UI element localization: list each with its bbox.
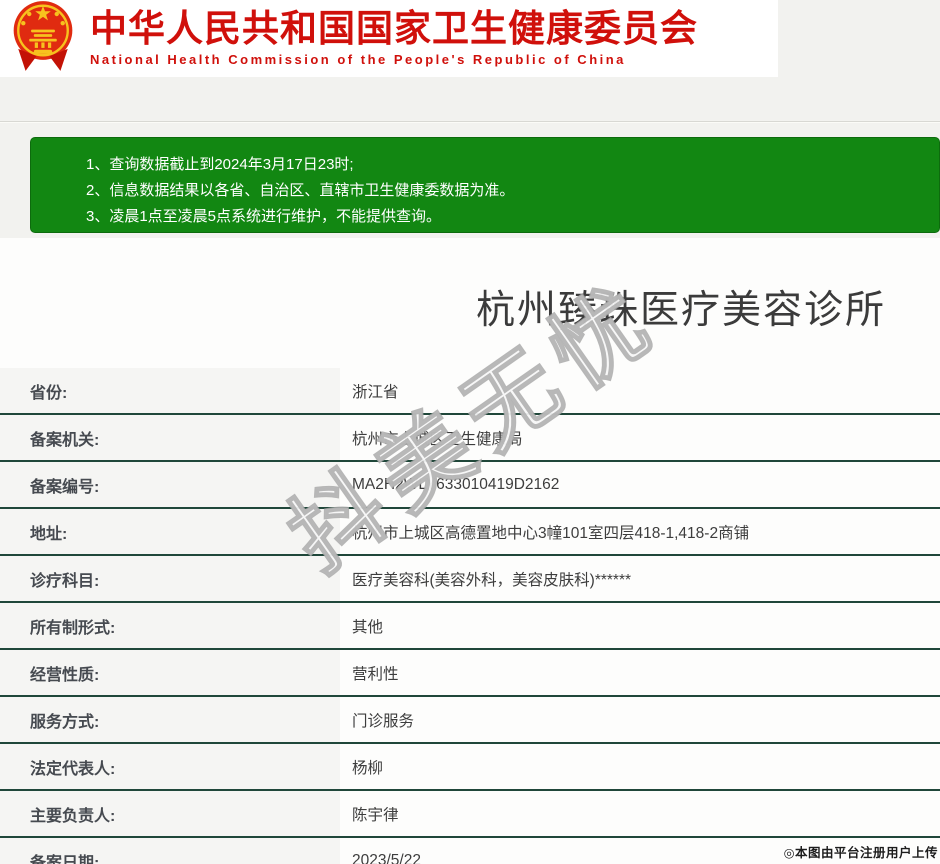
field-label: 经营性质: — [0, 650, 340, 695]
field-label: 所有制形式: — [0, 603, 340, 648]
notice-line: 2、信息数据结果以各省、自治区、直辖市卫生健康委数据为准。 — [86, 178, 929, 204]
table-row: 法定代表人:杨柳 — [0, 744, 940, 791]
field-label: 服务方式: — [0, 697, 340, 742]
field-value: 杭州市上城区高德置地中心3幢101室四层418-1,418-2商铺 — [340, 509, 940, 554]
site-title-chinese: 中华人民共和国国家卫生健康委员会 — [90, 10, 698, 49]
field-label: 主要负责人: — [0, 791, 340, 836]
table-row: 备案编号:MA2H2WLY633010419D2162 — [0, 462, 940, 509]
field-value: 陈宇律 — [340, 791, 940, 836]
field-value: 其他 — [340, 603, 940, 648]
field-value: 医疗美容科(美容外科，美容皮肤科)****** — [340, 556, 940, 601]
field-value: 杭州市上城区卫生健康局 — [340, 415, 940, 460]
field-value: MA2H2WLY633010419D2162 — [340, 462, 940, 507]
table-row: 备案机关:杭州市上城区卫生健康局 — [0, 415, 940, 462]
field-label: 备案日期: — [0, 838, 340, 864]
field-label: 诊疗科目: — [0, 556, 340, 601]
field-label: 备案编号: — [0, 462, 340, 507]
field-value: 营利性 — [340, 650, 940, 695]
table-row: 诊疗科目:医疗美容科(美容外科，美容皮肤科)****** — [0, 556, 940, 603]
national-emblem-icon — [10, 0, 76, 78]
field-value: 杨柳 — [340, 744, 940, 789]
field-label: 省份: — [0, 368, 340, 413]
site-title-english: National Health Commission of the People… — [90, 52, 698, 67]
field-label: 备案机关: — [0, 415, 340, 460]
clinic-name-title: 杭州臻珠医疗美容诊所 — [476, 279, 886, 335]
field-label: 地址: — [0, 509, 340, 554]
notice-line: 1、查询数据截止到2024年3月17日23时; — [86, 152, 929, 178]
record-table: 省份:浙江省备案机关:杭州市上城区卫生健康局备案编号:MA2H2WLY63301… — [0, 368, 940, 864]
field-label: 法定代表人: — [0, 744, 340, 789]
page: 中华人民共和国国家卫生健康委员会 National Health Commiss… — [0, 0, 940, 864]
notice-line: 3、凌晨1点至凌晨5点系统进行维护，不能提供查询。 — [86, 204, 929, 230]
field-value: 门诊服务 — [340, 697, 940, 742]
header-divider — [0, 121, 940, 123]
upload-note-watermark: ◎本图由平台注册用户上传 — [784, 842, 938, 861]
field-value: 浙江省 — [340, 368, 940, 413]
query-notice-box: 1、查询数据截止到2024年3月17日23时; 2、信息数据结果以各省、自治区、… — [30, 137, 940, 233]
table-row: 省份:浙江省 — [0, 368, 940, 415]
site-masthead: 中华人民共和国国家卫生健康委员会 National Health Commiss… — [0, 0, 778, 77]
masthead-titles: 中华人民共和国国家卫生健康委员会 National Health Commiss… — [90, 10, 698, 68]
table-row: 服务方式:门诊服务 — [0, 697, 940, 744]
table-row: 地址:杭州市上城区高德置地中心3幢101室四层418-1,418-2商铺 — [0, 509, 940, 556]
table-row: 主要负责人:陈宇律 — [0, 791, 940, 838]
table-row: 所有制形式:其他 — [0, 603, 940, 650]
table-row: 经营性质:营利性 — [0, 650, 940, 697]
